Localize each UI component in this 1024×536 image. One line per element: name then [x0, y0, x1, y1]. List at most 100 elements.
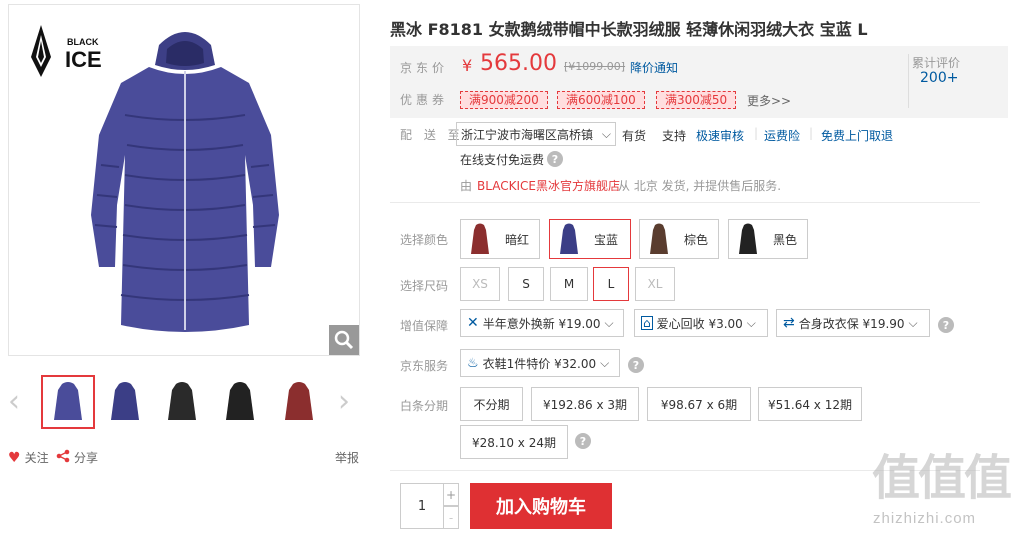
recycle-icon: ⌂	[641, 316, 653, 330]
thumbnail-2[interactable]	[98, 375, 152, 429]
thumbnail-1[interactable]	[41, 375, 95, 429]
support-label: 支持	[662, 129, 687, 143]
color-label: 选择颜色	[400, 233, 449, 247]
service-fast-review[interactable]: 极速审核	[696, 127, 744, 144]
jd-service-label: 京东服务	[400, 359, 449, 373]
jacket-swatch-icon	[729, 220, 767, 258]
jd-service-option[interactable]: ♨ 衣鞋1件特价 ¥32.00 ⌵	[460, 349, 620, 377]
protection-option-alter[interactable]: ⇄ 合身改衣保 ¥19.90 ⌵	[776, 309, 930, 337]
share-label: 分享	[74, 451, 99, 465]
installment-option-12[interactable]: ¥51.64 x 12期	[758, 387, 862, 421]
address-selector[interactable]: 浙江宁波市海曙区高桥镇 ⌵	[456, 122, 616, 146]
delivery-label: 配 送 至	[400, 128, 464, 142]
exchange-icon: ⇄	[783, 315, 795, 331]
price-divider	[908, 54, 909, 108]
chevron-down-icon: ⌵	[604, 315, 614, 330]
color-option-black[interactable]: 黑色	[728, 219, 808, 259]
size-option-m[interactable]: M	[550, 267, 588, 301]
jacket-swatch-icon	[640, 220, 678, 258]
coupon-2[interactable]: 满600减100	[557, 91, 645, 109]
brand-logo-bottom: ICE	[65, 47, 102, 72]
watermark-glyphs: 值值值	[872, 450, 1012, 506]
brand-logo	[31, 25, 51, 77]
color-option-royal-blue[interactable]: 宝蓝	[549, 219, 631, 259]
price-notify-link[interactable]: 降价通知	[630, 59, 678, 76]
jacket-swatch-icon	[461, 220, 499, 258]
brand-logo-top: BLACK	[67, 37, 99, 47]
price-value: 565.00	[480, 51, 557, 76]
price-currency: ¥	[462, 56, 473, 75]
address-text: 浙江宁波市海曙区高桥镇	[461, 127, 594, 142]
help-icon[interactable]: ?	[575, 433, 591, 449]
protection-text: 合身改衣保 ¥19.90	[798, 316, 905, 331]
chevron-down-icon: ⌵	[601, 126, 611, 141]
quantity-plus-button[interactable]: +	[443, 483, 459, 506]
color-option-brown[interactable]: 棕色	[639, 219, 719, 259]
service-separator: |	[754, 126, 759, 140]
watermark-site: zhizhizhi.com	[873, 510, 977, 527]
seller-link[interactable]: BLACKICE黑冰官方旗舰店	[477, 177, 620, 194]
stock-status: 有货	[622, 129, 647, 143]
jd-service-text: 衣鞋1件特价 ¥32.00	[482, 356, 597, 371]
protection-option-recycle[interactable]: ⌂ 爱心回收 ¥3.00 ⌵	[634, 309, 768, 337]
main-product-image[interactable]: BLACK ICE	[8, 4, 360, 356]
size-label: 选择尺码	[400, 279, 449, 293]
follow-label: 关注	[24, 451, 49, 465]
size-option-s[interactable]: S	[508, 267, 544, 301]
installment-option-3[interactable]: ¥192.86 x 3期	[531, 387, 639, 421]
thumb-prev-icon[interactable]: ‹	[8, 387, 20, 417]
chevron-down-icon: ⌵	[908, 315, 918, 330]
tools-icon: ✕	[467, 315, 479, 331]
service-free-pickup[interactable]: 免费上门取退	[821, 127, 893, 144]
review-count[interactable]: 200+	[920, 70, 958, 86]
thumbnail-3[interactable]	[155, 375, 209, 429]
report-label: 举报	[335, 451, 360, 465]
coupon-more-link[interactable]: 更多>>	[747, 92, 791, 109]
review-label: 累计评价	[912, 56, 961, 70]
thumbnail-4[interactable]	[213, 375, 267, 429]
thumb-next-icon[interactable]: ›	[338, 387, 350, 417]
size-option-xs[interactable]: XS	[460, 267, 500, 301]
coupon-label: 优惠券	[400, 93, 449, 107]
installment-option-6[interactable]: ¥98.67 x 6期	[647, 387, 751, 421]
size-option-l[interactable]: L	[593, 267, 629, 301]
report-link[interactable]: 举报	[335, 449, 359, 466]
protection-text: 半年意外换新 ¥19.00	[482, 316, 601, 331]
color-option-dark-red[interactable]: 暗红	[460, 219, 540, 259]
product-title: 黑冰 F8181 女款鹅绒带帽中长款羽绒服 轻薄休闲羽绒大衣 宝蓝 L	[390, 20, 868, 39]
color-name: 宝蓝	[594, 232, 619, 247]
follow-link[interactable]: ♥ 关注	[8, 449, 49, 466]
help-icon[interactable]: ?	[628, 357, 644, 373]
share-icon	[56, 449, 70, 466]
thumbnail-5[interactable]	[272, 375, 326, 429]
original-price: [¥1099.00]	[564, 60, 626, 73]
price-label: 京东价	[400, 61, 449, 75]
chevron-down-icon: ⌵	[746, 315, 756, 330]
protection-option-replace[interactable]: ✕ 半年意外换新 ¥19.00 ⌵	[460, 309, 624, 337]
zoom-icon[interactable]	[329, 325, 359, 355]
size-option-xl[interactable]: XL	[635, 267, 675, 301]
payment-note: 在线支付免运费	[460, 153, 545, 167]
help-icon[interactable]: ?	[547, 151, 563, 167]
installment-option-24[interactable]: ¥28.10 x 24期	[460, 425, 568, 459]
quantity-minus-button[interactable]: -	[443, 506, 459, 529]
coupon-1[interactable]: 满900减200	[460, 91, 548, 109]
chevron-down-icon: ⌵	[600, 355, 610, 370]
laundry-icon: ♨	[467, 355, 479, 371]
seller-suffix: 从 北京 发货, 并提供售后服务.	[618, 179, 782, 193]
installment-label: 白条分期	[400, 399, 449, 413]
help-icon[interactable]: ?	[938, 317, 954, 333]
service-separator: |	[809, 126, 814, 140]
heart-icon: ♥	[8, 449, 21, 466]
color-name: 黑色	[772, 232, 797, 247]
share-link[interactable]: 分享	[56, 449, 98, 466]
coupon-3[interactable]: 满300减50	[656, 91, 737, 109]
service-shipping-insurance[interactable]: 运费险	[764, 127, 800, 144]
jacket-swatch-icon	[550, 220, 588, 258]
quantity-input[interactable]: 1	[400, 483, 444, 529]
add-to-cart-button[interactable]: 加入购物车	[470, 483, 612, 529]
installment-option-none[interactable]: 不分期	[460, 387, 523, 421]
protection-text: 爱心回收 ¥3.00	[656, 316, 743, 331]
section-divider	[390, 202, 980, 203]
color-name: 棕色	[683, 232, 708, 247]
